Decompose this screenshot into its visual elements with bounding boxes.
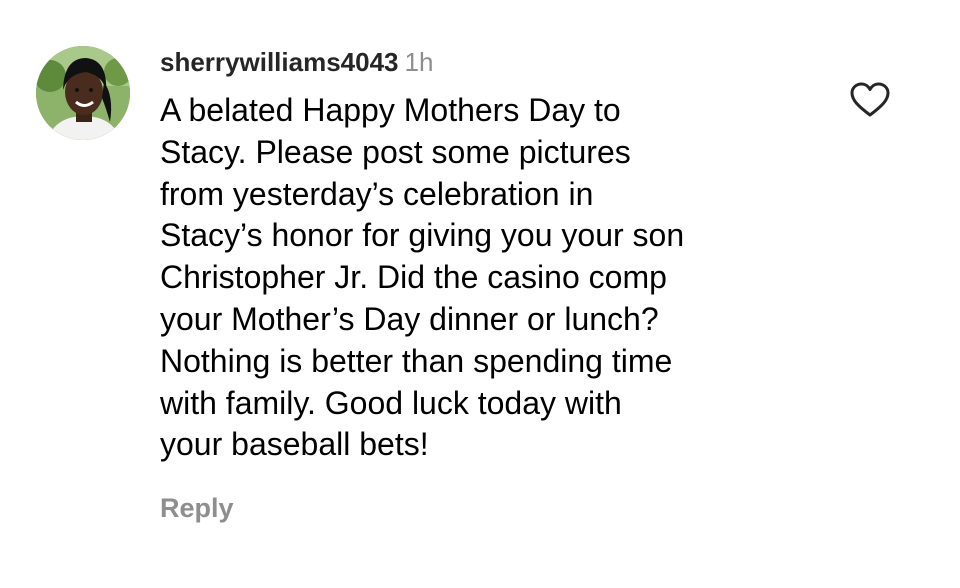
comment-line: from yesterday’s celebration in (160, 175, 594, 212)
comment-line: with family. Good luck today with (160, 384, 622, 421)
comment-line: your Mother’s Day dinner or lunch? (160, 300, 659, 337)
username-link[interactable]: sherrywilliams4043 (160, 47, 399, 77)
comment-line: Stacy. Please post some pictures (160, 133, 631, 170)
comment-line: Nothing is better than spending time (160, 342, 673, 379)
reply-button[interactable]: Reply (160, 490, 234, 526)
comment-header: sherrywilliams4043 1h (160, 44, 433, 80)
avatar[interactable] (36, 46, 130, 140)
comment-item: sherrywilliams4043 1h A belated Happy Mot… (0, 0, 960, 588)
comment-line: your baseball bets! (160, 426, 429, 463)
profile-photo-icon (36, 46, 130, 140)
heart-outline-icon (850, 82, 890, 117)
comment-text: A belated Happy Mothers Day to Stacy. Pl… (160, 90, 820, 466)
like-button[interactable] (850, 82, 890, 118)
comment-line: Christopher Jr. Did the casino comp (160, 259, 667, 296)
timestamp: 1h (404, 47, 434, 77)
comment-line: A belated Happy Mothers Day to (160, 92, 621, 128)
comment-line: Stacy’s honor for giving you your son (160, 217, 685, 254)
